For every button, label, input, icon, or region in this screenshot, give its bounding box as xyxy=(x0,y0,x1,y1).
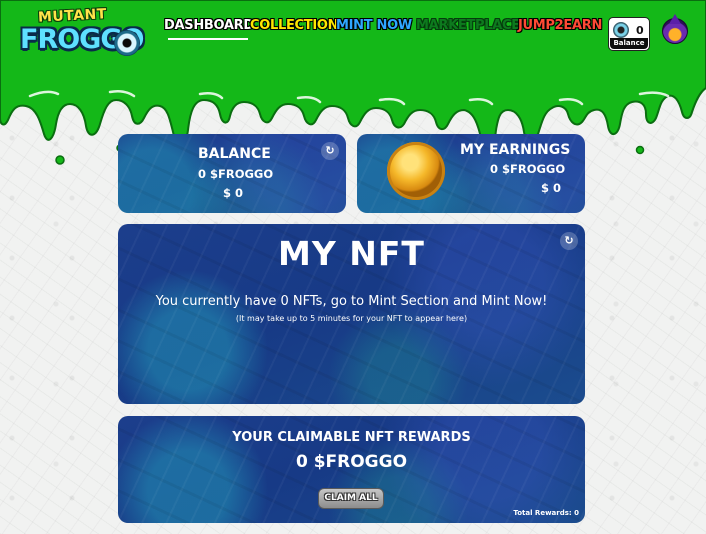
logo-eye-icon xyxy=(114,30,140,56)
earnings-card: MY EARNINGS 0 $FROGGO $ 0 xyxy=(357,134,585,213)
nav-mint-now[interactable]: MINT NOW xyxy=(336,18,412,33)
earnings-usd-value: $ 0 xyxy=(541,181,562,195)
mutant-froggo-logo[interactable]: MUTANT FROGGO xyxy=(18,6,144,60)
avatar-icon[interactable] xyxy=(662,14,688,44)
balance-widget[interactable]: 0 Balance xyxy=(608,17,650,51)
rewards-amount: 0 $FROGGO xyxy=(295,452,408,472)
claim-all-button[interactable]: CLAIM ALL xyxy=(318,488,384,509)
claimable-rewards-card: YOUR CLAIMABLE NFT REWARDS 0 $FROGGO CLA… xyxy=(118,416,585,523)
refresh-icon[interactable]: ↻ xyxy=(560,232,578,250)
balance-count: 0 xyxy=(636,24,644,37)
nav-collection[interactable]: COLLECTION xyxy=(250,18,339,33)
refresh-icon[interactable]: ↻ xyxy=(321,142,339,160)
nft-delay-note: (It may take up to 5 minutes for your NF… xyxy=(235,314,468,323)
earnings-froggo-value: 0 $FROGGO xyxy=(490,162,566,176)
my-nft-card: MY NFT You currently have 0 NFTs, go to … xyxy=(118,224,585,404)
logo-text-mutant: MUTANT xyxy=(37,6,108,26)
balance-label: Balance xyxy=(610,38,648,49)
earnings-title: MY EARNINGS xyxy=(460,142,571,158)
rewards-title: YOUR CLAIMABLE NFT REWARDS xyxy=(232,430,471,445)
nav-jump2earn[interactable]: JUMP2EARN xyxy=(518,18,602,33)
nav-marketplace[interactable]: MARKETPLACE xyxy=(416,18,520,33)
balance-froggo-value: 0 $FROGGO xyxy=(198,167,274,181)
coin-icon xyxy=(613,22,629,38)
balance-usd-value: $ 0 xyxy=(223,186,244,200)
balance-card: BALANCE 0 $FROGGO $ 0 ↻ xyxy=(118,134,346,213)
my-nft-title: MY NFT xyxy=(278,234,425,273)
top-header: MUTANT FROGGO DASHBOARD COLLECTION MINT … xyxy=(0,0,706,60)
nft-empty-message: You currently have 0 NFTs, go to Mint Se… xyxy=(155,294,548,309)
total-rewards-text: Total Rewards: 0 xyxy=(513,509,579,517)
nav-dashboard[interactable]: DASHBOARD xyxy=(164,18,254,40)
gold-coin-icon xyxy=(387,142,445,200)
balance-title: BALANCE xyxy=(198,146,271,162)
